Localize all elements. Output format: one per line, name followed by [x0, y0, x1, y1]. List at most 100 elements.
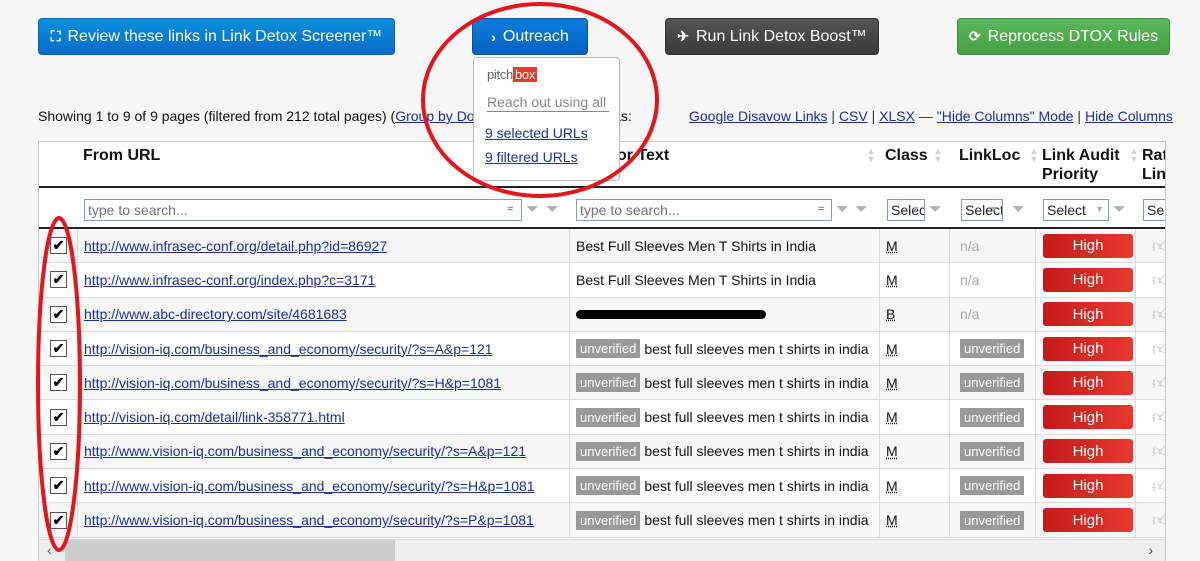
class-value[interactable]: M — [886, 478, 898, 494]
refresh-icon: ⟳ — [968, 28, 981, 44]
horizontal-scrollbar[interactable]: ‹ › — [39, 539, 1165, 561]
outreach-filtered-urls-link[interactable]: 9 filtered URLs — [485, 149, 578, 165]
row-checkbox-cell: ✔ — [50, 435, 78, 468]
from-url-link[interactable]: http://www.infrasec-conf.org/detail.php?… — [84, 238, 387, 254]
priority-badge[interactable]: High — [1043, 267, 1133, 292]
rating-select[interactable]: Select — [1143, 199, 1165, 221]
scrollbar-thumb[interactable] — [65, 540, 395, 561]
thumbs-up-icon[interactable]: 👍︎ — [1152, 475, 1165, 497]
col-header-linkloc[interactable]: LinkLoc — [959, 146, 1020, 165]
thumbs-up-icon[interactable]: 👍︎ — [1152, 269, 1165, 291]
from-url-link[interactable]: http://www.vision-iq.com/business_and_ec… — [84, 478, 535, 494]
export-google-disavow-link[interactable]: Google Disavow Links — [689, 108, 828, 124]
priority-badge[interactable]: High — [1043, 336, 1133, 361]
filter-clear-icon[interactable]: ⏷ — [1012, 201, 1032, 221]
priority-badge[interactable]: High — [1043, 473, 1133, 498]
from-url-link[interactable]: http://www.infrasec-conf.org/index.php?c… — [84, 272, 375, 288]
class-value[interactable]: M — [886, 272, 898, 288]
approx-icon[interactable]: ≈ — [818, 203, 824, 215]
thumbs-up-icon[interactable]: 👍︎ — [1152, 235, 1165, 257]
scroll-left-icon[interactable]: ‹ — [47, 542, 52, 558]
filter-clear-icon[interactable]: ⏷ — [855, 201, 875, 221]
table-row: ✔ http://www.vision-iq.com/business_and_e… — [39, 469, 1165, 504]
expand-icon: ⛶ — [50, 28, 61, 44]
from-url-link[interactable]: http://vision-iq.com/detail/link-358771.… — [84, 409, 345, 425]
anchor-cell: unverified best full sleeves men t shirts… — [569, 503, 879, 537]
chevron-right-icon: › — [491, 28, 496, 45]
col-header-rating-link[interactable]: Rating Link — [1142, 146, 1165, 184]
from-url-link[interactable]: http://vision-iq.com/business_and_econom… — [84, 375, 501, 391]
export-csv-link[interactable]: CSV — [839, 108, 868, 124]
row-checkbox[interactable]: ✔ — [50, 442, 67, 460]
unverified-badge: unverified — [576, 476, 641, 496]
reprocess-rules-button[interactable]: ⟳ Reprocess DTOX Rules — [957, 18, 1170, 55]
col-header-class[interactable]: Class — [885, 146, 928, 165]
sort-icon[interactable]: ▲ ▼ — [1029, 147, 1039, 164]
priority-badge[interactable]: High — [1043, 508, 1133, 533]
priority-select[interactable]: Select ▼ — [1043, 199, 1109, 221]
thumbs-up-icon[interactable]: 👍︎ — [1152, 406, 1165, 428]
outreach-button[interactable]: › Outreach — [472, 18, 588, 55]
class-value[interactable]: M — [886, 375, 898, 391]
from-url-search-input[interactable] — [84, 199, 522, 221]
row-checkbox[interactable]: ✔ — [50, 271, 67, 289]
priority-badge[interactable]: High — [1043, 405, 1133, 430]
filter-clear-icon[interactable]: ⏷ — [1113, 201, 1133, 221]
class-value[interactable]: M — [886, 512, 898, 528]
sort-icon[interactable]: ▲ ▼ — [933, 147, 943, 164]
class-value[interactable]: M — [886, 341, 898, 357]
thumbs-up-icon[interactable]: 👍︎ — [1152, 338, 1165, 360]
priority-badge[interactable]: High — [1043, 302, 1133, 327]
row-checkbox[interactable]: ✔ — [50, 374, 67, 392]
filter-clear-icon[interactable]: ⏷ — [546, 201, 566, 221]
thumbs-up-icon[interactable]: 👍︎ — [1152, 440, 1165, 462]
priority-select-value: Select — [1047, 202, 1086, 218]
outreach-label: Outreach — [502, 27, 569, 45]
separator: | — [1077, 108, 1082, 124]
sort-icon[interactable]: ▲ ▼ — [866, 147, 876, 164]
export-links: Google Disavow Links | CSV | XLSX — "Hid… — [689, 108, 1173, 124]
row-checkbox[interactable]: ✔ — [50, 340, 67, 358]
from-url-link[interactable]: http://www.vision-iq.com/business_and_ec… — [84, 512, 534, 528]
row-checkbox[interactable]: ✔ — [50, 408, 67, 426]
row-checkbox[interactable]: ✔ — [50, 477, 67, 495]
class-value[interactable]: M — [886, 409, 898, 425]
table-body: ✔ http://www.infrasec-conf.org/detail.php… — [39, 229, 1165, 538]
row-checkbox[interactable]: ✔ — [50, 237, 67, 255]
priority-badge[interactable]: High — [1043, 370, 1133, 395]
from-url-link[interactable]: http://vision-iq.com/business_and_econom… — [84, 341, 493, 357]
hide-columns-link[interactable]: Hide Columns — [1085, 108, 1173, 124]
class-cell: M — [879, 229, 949, 263]
filter-add-icon[interactable]: ⏷ — [836, 201, 856, 221]
filter-clear-icon[interactable]: ⏷ — [929, 201, 949, 221]
class-select[interactable]: Select▼ — [887, 199, 925, 221]
thumbs-up-icon[interactable]: 👍︎ — [1152, 372, 1165, 394]
anchor-text-search-input[interactable] — [576, 199, 832, 221]
row-checkbox[interactable]: ✔ — [50, 511, 67, 529]
outreach-selected-urls-link[interactable]: 9 selected URLs — [485, 125, 588, 141]
anchor-text: Best Full Sleeves Men T Shirts in India — [576, 237, 816, 254]
thumbs-up-icon[interactable]: 👍︎ — [1152, 303, 1165, 325]
priority-badge[interactable]: High — [1043, 439, 1133, 464]
review-in-screener-button[interactable]: ⛶ Review these links in Link Detox Scree… — [38, 18, 395, 55]
priority-badge[interactable]: High — [1043, 233, 1133, 258]
from-url-link[interactable]: http://www.abc-directory.com/site/468168… — [84, 306, 347, 322]
scroll-right-icon[interactable]: › — [1148, 542, 1153, 558]
class-value[interactable]: M — [886, 443, 898, 459]
run-boost-button[interactable]: ✈ Run Link Detox Boost™ — [665, 18, 879, 55]
filter-add-icon[interactable]: ⏷ — [526, 201, 546, 221]
thumbs-up-icon[interactable]: 👍︎ — [1152, 509, 1165, 531]
sort-icon[interactable]: ▲ ▼ — [1129, 147, 1139, 164]
col-header-from-url[interactable]: From URL — [83, 146, 160, 165]
linkloc-cell: unverified — [949, 503, 1035, 537]
linkloc-select[interactable]: Select ▼ — [961, 199, 1003, 221]
col-header-link-audit-priority[interactable]: Link Audit Priority — [1042, 146, 1132, 184]
from-url-link[interactable]: http://www.vision-iq.com/business_and_ec… — [84, 443, 526, 459]
unverified-badge: unverified — [576, 339, 641, 359]
class-value[interactable]: B — [886, 306, 895, 322]
row-checkbox[interactable]: ✔ — [50, 305, 67, 323]
class-value[interactable]: M — [886, 238, 898, 254]
approx-icon[interactable]: ≈ — [507, 203, 513, 215]
export-xlsx-link[interactable]: XLSX — [879, 108, 915, 124]
hide-columns-mode-link[interactable]: "Hide Columns" Mode — [937, 108, 1074, 124]
